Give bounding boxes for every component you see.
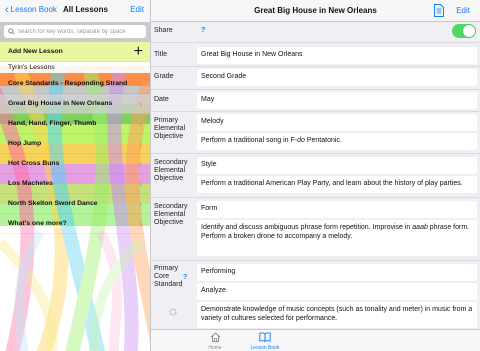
tab-home[interactable]: Home [195, 332, 235, 351]
list-item-label: Core Standards - Responding Strand [8, 80, 128, 87]
document-icon[interactable] [434, 4, 444, 17]
back-label: Lesson Book [10, 5, 57, 14]
primary-core-label: Primary Core Standard [154, 265, 183, 288]
list-item[interactable]: Hand, Hand, Finger, Thumb › [0, 114, 150, 134]
divider [151, 66, 480, 67]
search-input[interactable] [15, 28, 140, 35]
list-item-label: North Skelton Sword Dance [8, 200, 98, 207]
left-nav-title: All Lessons [63, 5, 108, 14]
tab-lesson-book-label: Lesson Book [250, 345, 280, 351]
secondary-elemental-name-field[interactable]: Form [197, 201, 477, 218]
secondary-elemental-name-field[interactable]: Style [197, 157, 477, 174]
desc-text: Perform a traditional song in F- [201, 137, 298, 144]
add-new-lesson-label: Add New Lesson [8, 48, 63, 55]
teacher-section-label: Tyrin's Lessons [8, 64, 55, 71]
chevron-left-icon: ‹ [5, 3, 9, 16]
home-icon [210, 332, 220, 342]
list-item[interactable]: What's one more? › [0, 214, 150, 234]
tab-lesson-book[interactable]: Lesson Book [245, 332, 285, 351]
list-item[interactable]: Hot Cross Buns › [0, 154, 150, 174]
primary-core-name-field[interactable]: Performing [197, 264, 477, 281]
list-item-label: Great Big House in New Orleans [8, 100, 113, 107]
grade-field[interactable]: Second Grade [197, 69, 477, 86]
tab-home-label: Home [208, 345, 222, 351]
chevron-right-icon: › [139, 118, 142, 129]
secondary-elemental-label: Secondary Elemental Objective [154, 159, 188, 182]
primary-core-sub-field[interactable]: Analyze [197, 283, 477, 300]
primary-elemental-desc-field[interactable]: Perform a traditional song in F-do Penta… [197, 133, 477, 150]
divider [151, 260, 480, 261]
chevron-right-icon: › [139, 218, 142, 229]
list-item[interactable]: Los Machetes › [0, 174, 150, 194]
lesson-book-back-button[interactable]: ‹ Lesson Book [5, 3, 57, 16]
tab-bar: Home Lesson Book [151, 329, 480, 351]
secondary-elemental-label: Secondary Elemental Objective [154, 203, 188, 226]
detail-title: Great Big House in New Orleans [254, 6, 377, 15]
chevron-right-icon: › [139, 138, 142, 149]
divider [151, 89, 480, 90]
grade-label: Grade [154, 73, 174, 80]
book-icon [259, 332, 271, 343]
chevron-right-icon: › [139, 178, 142, 189]
list-item[interactable]: Hop Jump › [0, 134, 150, 154]
primary-elemental-name-field[interactable]: Melody [197, 114, 477, 131]
divider [151, 111, 480, 112]
section-header-teacher: Tyrin's Lessons [0, 62, 150, 73]
search-bar [0, 22, 150, 42]
list-item[interactable]: North Skelton Sword Dance › [0, 194, 150, 214]
desc-text: Pentatonic. [304, 137, 342, 144]
list-item[interactable]: Core Standards - Responding Strand [0, 74, 150, 94]
spinner-icon [169, 308, 177, 316]
title-field[interactable]: Great Big House in New Orleans [197, 47, 477, 64]
list-item-label: Los Machetes [8, 180, 53, 187]
desc-text: phrase form. [427, 224, 470, 231]
detail-navigation-bar: Great Big House in New Orleans Edit [151, 0, 480, 22]
lesson-detail-pane: Great Big House in New Orleans Edit Shar… [151, 0, 480, 351]
primary-core-desc-field[interactable]: Demonstrate knowledge of music concepts … [197, 302, 477, 328]
list-item-selected[interactable]: Great Big House in New Orleans › [0, 94, 150, 114]
desc-emphasis: do [297, 137, 305, 144]
list-item-label: Hop Jump [8, 140, 42, 147]
date-label: Date [154, 96, 169, 103]
desc-emphasis: aaab [412, 224, 428, 231]
desc-text: Perform a broken drone to accompany a me… [201, 233, 353, 240]
add-new-lesson-button[interactable]: Add New Lesson + [0, 42, 150, 62]
toggle-knob [463, 25, 475, 37]
lesson-list-pane: ‹ Lesson Book All Lessons Edit Add New L… [0, 0, 150, 351]
list-item-label: Hand, Hand, Finger, Thumb [8, 120, 97, 127]
detail-edit-button[interactable]: Edit [456, 6, 470, 15]
list-item-label: What's one more? [8, 220, 67, 227]
left-navigation-bar: ‹ Lesson Book All Lessons Edit [0, 0, 150, 22]
divider [151, 197, 480, 198]
primary-core-help-button[interactable]: ? [183, 274, 187, 281]
chevron-right-icon: › [139, 158, 142, 169]
secondary-elemental-desc-field[interactable]: Identify and discuss ambiguous phrase fo… [197, 220, 477, 256]
chevron-right-icon: › [139, 198, 142, 209]
share-toggle[interactable] [452, 24, 476, 38]
divider [151, 153, 480, 154]
plus-icon: + [133, 43, 143, 60]
search-icon [8, 28, 15, 35]
list-item-label: Hot Cross Buns [8, 160, 60, 167]
date-field[interactable]: May [197, 92, 477, 109]
left-edit-button[interactable]: Edit [130, 5, 144, 14]
share-label: Share [154, 27, 173, 34]
divider [151, 42, 480, 43]
chevron-right-icon: › [139, 98, 142, 109]
secondary-elemental-desc-field[interactable]: Perform a traditional American Play Part… [197, 176, 477, 193]
share-help-button[interactable]: ? [201, 27, 205, 34]
share-row: Share ? [151, 27, 480, 34]
desc-text: Identify and discuss ambiguous phrase fo… [201, 224, 413, 231]
search-field[interactable] [4, 25, 146, 38]
title-label: Title [154, 51, 167, 58]
primary-elemental-label: Primary Elemental Objective [154, 117, 186, 140]
